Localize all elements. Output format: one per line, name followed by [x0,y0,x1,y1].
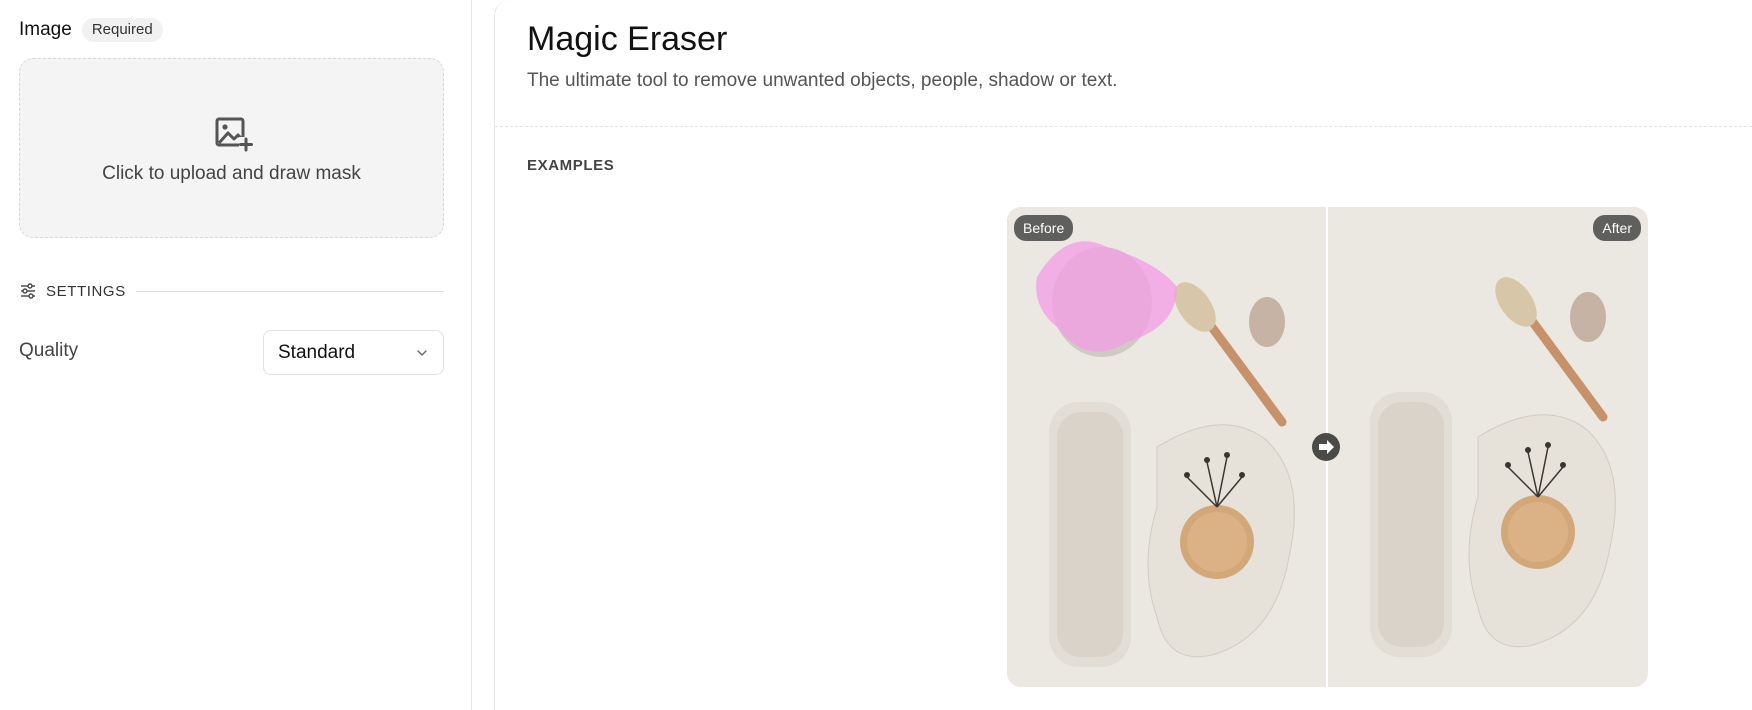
settings-divider [135,290,444,292]
before-image [1007,207,1326,687]
upload-instructions: Click to upload and draw mask [102,163,361,184]
before-badge: Before [1014,215,1074,241]
quality-selected-value: Standard [278,341,356,363]
after-image [1328,207,1647,687]
page-subtitle: The ultimate tool to remove unwanted obj… [527,70,1118,91]
image-upload-dropzone[interactable]: Click to upload and draw mask [19,58,444,238]
arrow-right-icon [1319,440,1334,454]
add-image-icon [215,117,253,152]
required-badge: Required [81,18,163,42]
image-field-header: Image Required [19,18,163,42]
before-after-comparison[interactable]: Before After [1007,207,1648,687]
page-title: Magic Eraser [527,20,728,58]
examples-heading: EXAMPLES [527,157,615,174]
app-root: Image Required Click to upload and draw … [0,0,1752,710]
after-badge: After [1593,215,1641,241]
chevron-down-icon [417,349,427,356]
settings-section-header: SETTINGS [19,282,444,300]
compare-toggle-button[interactable] [1312,433,1340,461]
image-field-label: Image [19,19,72,40]
input-sidebar: Image Required Click to upload and draw … [0,0,472,710]
quality-select[interactable]: Standard [263,330,444,375]
header-divider [495,126,1752,127]
settings-label: SETTINGS [46,282,126,300]
sliders-icon [21,283,35,299]
quality-label: Quality [19,340,79,361]
main-content: Magic Eraser The ultimate tool to remove… [494,0,1752,710]
